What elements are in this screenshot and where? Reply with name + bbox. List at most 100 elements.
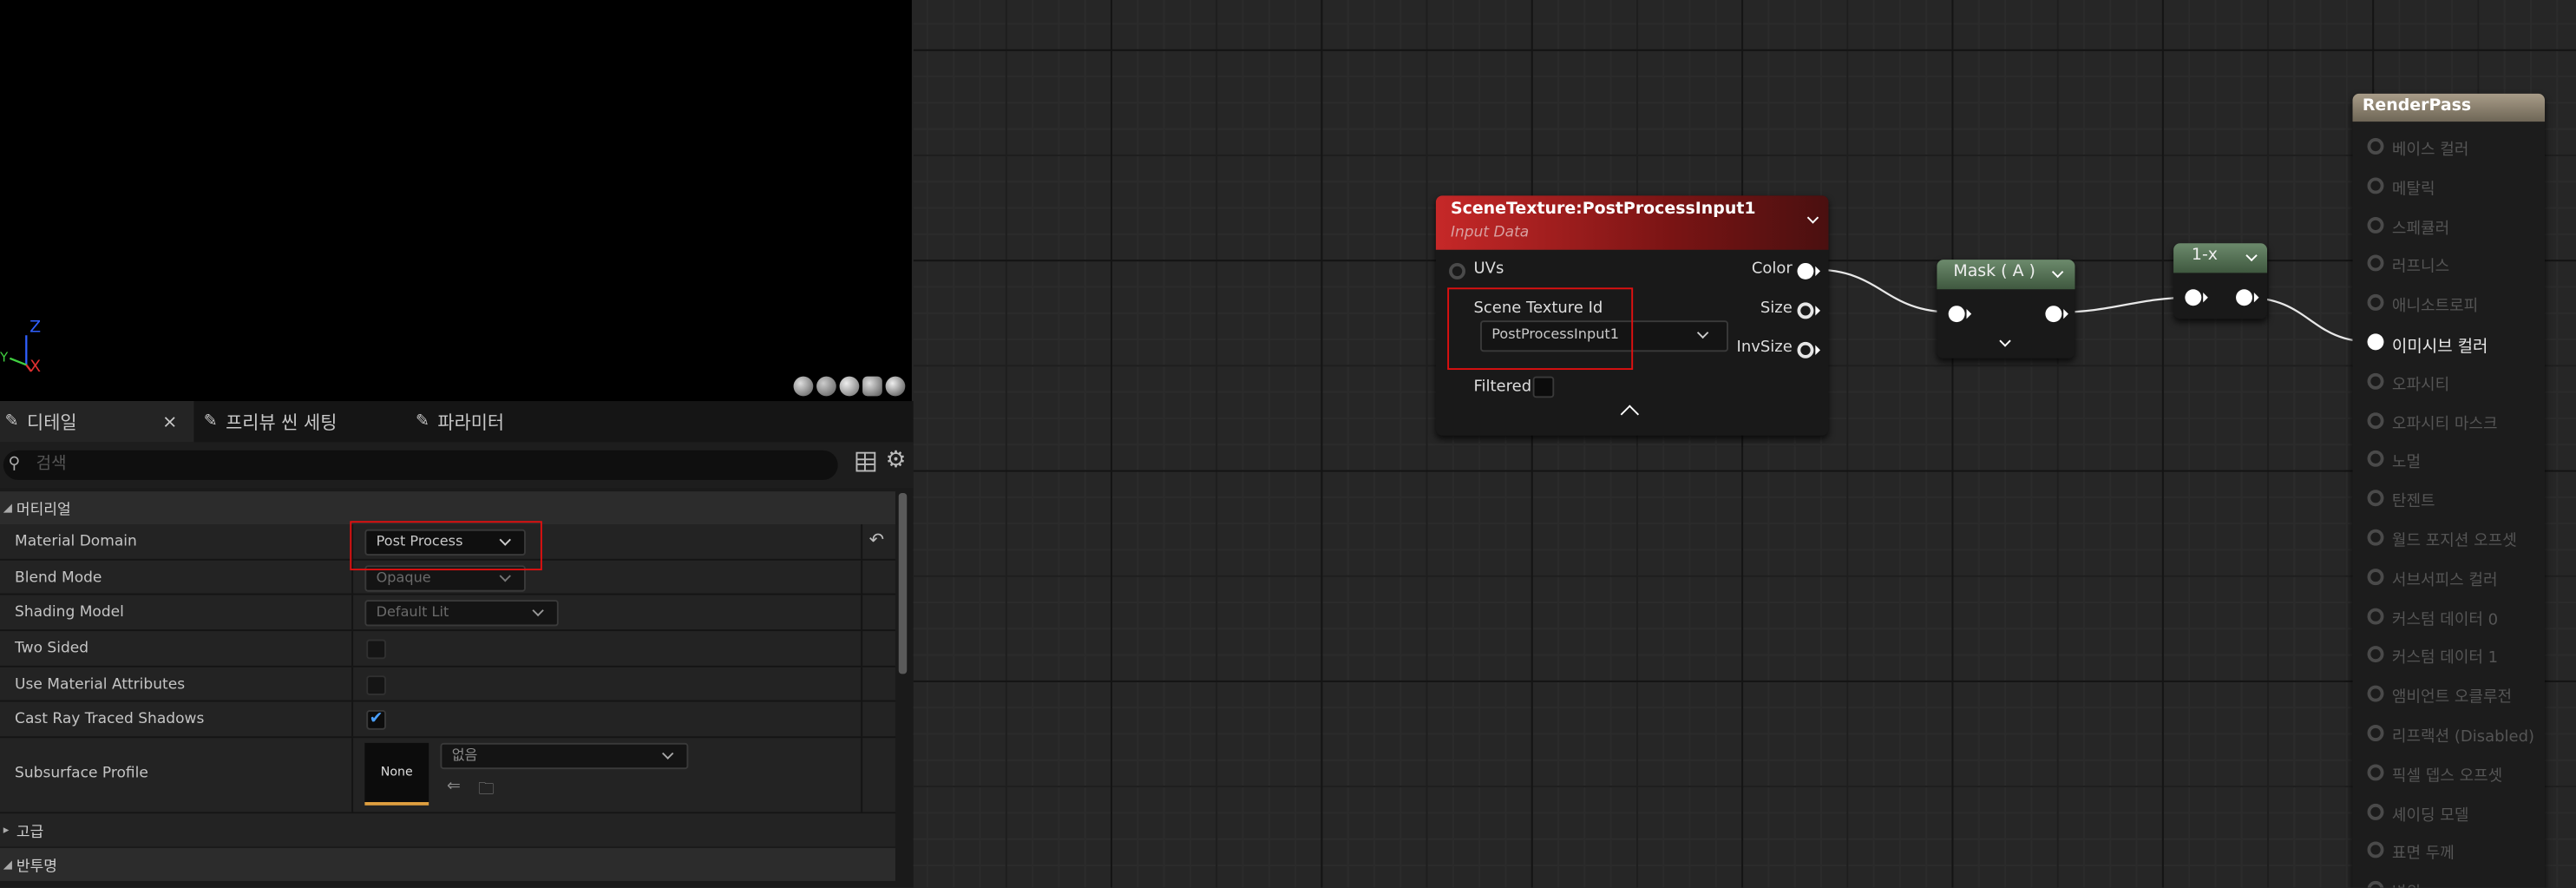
use-material-attributes-checkbox[interactable]: [366, 675, 386, 695]
details-scrollbar[interactable]: [898, 493, 908, 674]
tab-preview-scene-settings[interactable]: ✎ 프리뷰 씬 세팅: [204, 401, 401, 442]
node-header[interactable]: SceneTexture:PostProcessInput1 Input Dat…: [1435, 195, 1829, 250]
divider: [861, 524, 863, 559]
category-translucency[interactable]: ◢ 반투명: [0, 848, 895, 881]
tab-parameters[interactable]: ✎ 파라미터: [416, 401, 580, 442]
pin-arrow-icon: [1815, 306, 1820, 316]
cast-ray-traced-shadows-checkbox[interactable]: ✔: [366, 709, 386, 730]
render-pass-input-pin[interactable]: [2367, 646, 2384, 663]
render-pass-input-pin[interactable]: [2367, 607, 2384, 624]
size-output-pin[interactable]: [1797, 302, 1814, 319]
close-tab-button[interactable]: ×: [162, 411, 177, 432]
render-pass-input-pin[interactable]: [2367, 490, 2384, 507]
collapse-arrow-icon: ◢: [3, 858, 12, 872]
pin-arrow-icon: [2253, 293, 2259, 303]
render-pass-input-pin[interactable]: [2367, 372, 2384, 390]
node-header[interactable]: Mask ( A ): [1937, 260, 2075, 290]
render-pass-input-pin[interactable]: [2367, 685, 2384, 702]
filtered-checkbox[interactable]: [1532, 376, 1555, 398]
render-pass-input-pin[interactable]: [2367, 333, 2384, 351]
render-pass-input-pin[interactable]: [2367, 177, 2384, 194]
property-row: Use Material Attributes: [0, 667, 895, 702]
render-pass-pin-label: 탄젠트: [2391, 493, 2435, 512]
one-minus-node[interactable]: 1-x: [2173, 243, 2268, 319]
plane-preview-icon[interactable]: [862, 376, 882, 397]
render-pass-input-pin[interactable]: [2367, 216, 2384, 234]
color-output-pin[interactable]: [1797, 262, 1814, 280]
shading-model-dropdown[interactable]: Default Lit: [364, 600, 559, 627]
category-material[interactable]: ◢ 머티리얼: [0, 491, 895, 525]
pin-label: UVs: [1473, 260, 1504, 279]
render-pass-pin-label: 이미시브 컬러: [2391, 339, 2488, 357]
preview-viewport[interactable]: Z Y X: [0, 0, 912, 402]
divider: [861, 631, 863, 666]
one-minus-input-pin[interactable]: [2185, 289, 2202, 306]
render-pass-pin-label: 스페큘러: [2391, 219, 2450, 238]
sphere-preview-icon[interactable]: [793, 376, 814, 397]
material-graph-canvas[interactable]: SceneTexture:PostProcessInput1 Input Dat…: [913, 0, 2576, 888]
uvs-input-pin[interactable]: [1449, 262, 1466, 280]
axis-x-label: X: [29, 358, 42, 377]
divider: [351, 631, 354, 666]
browse-folder-icon[interactable]: 🗀: [478, 778, 495, 806]
expand-arrow-icon: ▸: [3, 823, 10, 837]
subsurface-profile-thumbnail[interactable]: None: [364, 742, 429, 806]
gear-icon[interactable]: ⚙: [886, 447, 907, 473]
render-pass-input-pin[interactable]: [2367, 764, 2384, 781]
thumbnail-label: None: [380, 764, 413, 779]
teapot-preview-icon[interactable]: [885, 376, 906, 397]
use-selected-asset-icon[interactable]: ⇐: [447, 778, 461, 796]
node-subtitle: Input Data: [1450, 225, 1530, 242]
render-pass-input-pin[interactable]: [2367, 725, 2384, 741]
node-header[interactable]: RenderPass: [2352, 93, 2546, 122]
pin-arrow-icon: [1815, 266, 1820, 277]
mask-input-pin[interactable]: [1948, 306, 1965, 323]
two-sided-checkbox[interactable]: [366, 639, 386, 660]
collapse-arrow-icon: ◢: [3, 501, 12, 515]
render-pass-input-pin[interactable]: [2367, 568, 2384, 585]
cube-preview-icon[interactable]: [839, 376, 860, 397]
render-pass-node[interactable]: RenderPass 베이스 컬러 메탈릭 스페큘러 러프니스 애니소트로피 이미시브 컬…: [2352, 93, 2546, 888]
subsurface-profile-dropdown[interactable]: 없음: [440, 742, 689, 770]
render-pass-input-pin[interactable]: [2367, 255, 2384, 273]
render-pass-pin-label: 커스텀 데이터 1: [2391, 649, 2499, 668]
chevron-down-icon[interactable]: [1806, 212, 1819, 224]
invsize-output-pin[interactable]: [1797, 341, 1814, 358]
pin-arrow-icon: [2063, 308, 2068, 319]
render-pass-input-pin[interactable]: [2367, 529, 2384, 546]
render-pass-input-pin[interactable]: [2367, 411, 2384, 429]
mask-output-pin[interactable]: [2045, 306, 2062, 323]
category-advanced[interactable]: ▸ 고급: [0, 813, 895, 847]
cylinder-preview-icon[interactable]: [816, 376, 836, 397]
pencil-icon: ✎: [416, 412, 429, 431]
render-pass-input-pin[interactable]: [2367, 803, 2384, 820]
category-label: 반투명: [16, 858, 57, 876]
expand-node-icon[interactable]: [1999, 335, 2011, 347]
collapse-node-icon[interactable]: [1620, 405, 1640, 424]
render-pass-pin-label: 리프랙션 (Disabled): [2391, 727, 2535, 747]
dropdown-value: 없음: [451, 747, 478, 765]
tab-details[interactable]: ✎ 디테일 ×: [0, 401, 194, 443]
node-title: RenderPass: [2362, 96, 2472, 115]
chevron-down-icon[interactable]: [2051, 266, 2064, 279]
render-pass-input-pin[interactable]: [2367, 451, 2384, 468]
render-pass-input-pin[interactable]: [2367, 294, 2384, 312]
render-pass-input-pin[interactable]: [2367, 842, 2384, 859]
pencil-icon: ✎: [4, 412, 19, 431]
pin-arrow-icon: [1815, 345, 1820, 355]
node-header[interactable]: 1-x: [2173, 243, 2268, 273]
mask-node[interactable]: Mask ( A ): [1937, 260, 2075, 358]
axis-z-label: Z: [29, 319, 42, 338]
chevron-down-icon[interactable]: [2245, 249, 2258, 262]
one-minus-output-pin[interactable]: [2236, 289, 2252, 306]
category-label: 고급: [16, 824, 44, 841]
render-pass-input-pin[interactable]: [2367, 138, 2384, 155]
divider: [351, 595, 354, 630]
render-pass-pin-label: 변위: [2392, 879, 2421, 887]
render-pass-pin-label: 표면 두께: [2391, 845, 2455, 864]
search-input[interactable]: ⚲ 검색: [3, 450, 838, 480]
pencil-icon: ✎: [203, 412, 218, 431]
render-pass-input-pin[interactable]: [2367, 881, 2384, 888]
reset-to-default-icon[interactable]: ↶: [869, 530, 884, 551]
table-view-icon[interactable]: [855, 451, 876, 472]
